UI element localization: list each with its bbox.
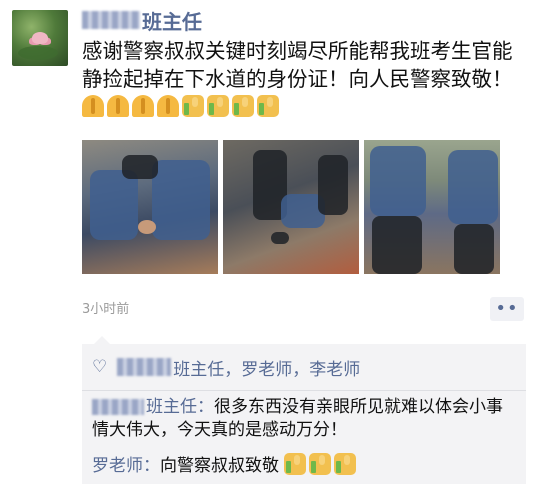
pray-emoji <box>157 95 179 117</box>
ellipsis-icon: •• <box>495 298 519 319</box>
comment-item[interactable]: 班主任：很多东西没有亲眼所见就难以体会小事情大伟大，今天真的是感动万分！ <box>92 396 516 442</box>
pray-emoji <box>82 95 104 117</box>
cap-shape <box>122 155 158 179</box>
thumbs-up-emoji <box>284 453 307 475</box>
officer-figure <box>370 146 426 216</box>
lotus-flower-icon <box>32 32 48 44</box>
post-text: 感谢警察叔叔关键时刻竭尽所能帮我班考生官能静捡起掉在下水道的身份证！向人民警察致… <box>82 39 513 91</box>
thumbs-up-emoji <box>232 95 254 117</box>
thumbs-up-emoji <box>257 95 279 117</box>
author-suffix: 班主任 <box>142 9 202 34</box>
like-name-1[interactable]: 班主任 <box>173 355 224 380</box>
redacted-name <box>117 358 172 376</box>
like-name-2[interactable]: 罗老师 <box>241 355 292 380</box>
comment-colon: ： <box>143 456 160 476</box>
post-emoji-row <box>82 94 282 118</box>
comment-author[interactable]: 罗老师 <box>92 456 143 476</box>
likes-row: ♡ 班主任 ， 罗老师 ， 李老师 <box>92 354 360 380</box>
redacted-name <box>92 399 144 415</box>
comment-colon: ： <box>197 397 214 417</box>
police-photo-1[interactable] <box>82 140 218 274</box>
like-separator: ， <box>224 359 242 380</box>
person-figure <box>318 155 348 215</box>
avatar[interactable] <box>12 10 68 66</box>
thumbs-up-emoji <box>182 95 204 117</box>
more-options-button[interactable]: •• <box>490 297 524 321</box>
heart-icon: ♡ <box>92 357 108 377</box>
officer-legs <box>372 216 422 274</box>
officer-figure <box>90 170 138 240</box>
pray-emoji <box>107 95 129 117</box>
photo-grid <box>82 140 500 274</box>
officer-figure <box>448 150 498 224</box>
police-photo-2[interactable] <box>223 140 359 274</box>
thumbs-up-emoji <box>334 453 357 475</box>
comment-text: 向警察叔叔致敬 <box>160 456 279 476</box>
hand-shape <box>138 220 156 234</box>
divider <box>82 390 526 391</box>
comment-item[interactable]: 罗老师：向警察叔叔致敬 <box>92 453 516 478</box>
redacted-name <box>82 11 140 29</box>
avatar-leaf <box>18 46 58 60</box>
comment-author[interactable]: 班主任 <box>146 397 197 417</box>
pray-emoji <box>132 95 154 117</box>
thumbs-up-emoji <box>207 95 229 117</box>
post-timestamp: 3小时前 <box>82 302 130 317</box>
post-author-name[interactable]: 班主任 <box>82 6 202 34</box>
police-photo-3[interactable] <box>364 140 500 274</box>
cap-on-ground <box>271 232 289 244</box>
thumbs-up-emoji <box>309 453 332 475</box>
like-name-3[interactable]: 李老师 <box>309 355 360 380</box>
officer-figure <box>152 160 210 240</box>
officer-legs <box>454 224 494 274</box>
like-separator: ， <box>292 359 310 380</box>
post-body: 感谢警察叔叔关键时刻竭尽所能帮我班考生官能静捡起掉在下水道的身份证！向人民警察致… <box>82 38 522 121</box>
interaction-panel: ♡ 班主任 ， 罗老师 ， 李老师 班主任：很多东西没有亲眼所见就难以体会小事情… <box>82 336 526 484</box>
